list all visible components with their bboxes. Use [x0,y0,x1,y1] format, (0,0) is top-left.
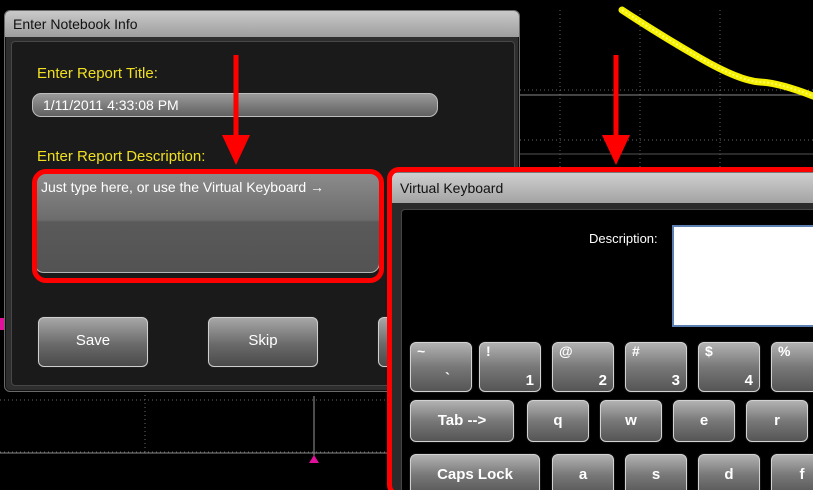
keyboard-arrow-icon [602,55,630,165]
left-edge-marker [0,318,4,330]
report-description-label: Enter Report Description: [37,148,206,165]
trigger-marker-icon [309,455,319,463]
description-arrow-icon [222,55,250,165]
dialog-title: Enter Notebook Info [5,11,519,37]
save-button[interactable]: Save [38,317,148,367]
yellow-trace [618,6,813,100]
description-highlight-box [32,169,384,283]
keyboard-highlight-box [387,167,813,490]
report-title-label: Enter Report Title: [37,65,158,82]
skip-button[interactable]: Skip [208,317,318,367]
